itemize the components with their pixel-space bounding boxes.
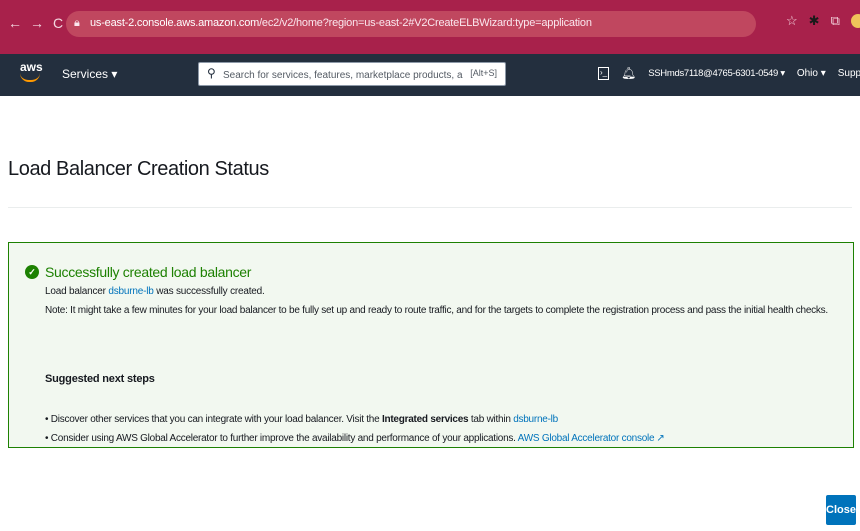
bullet2-prefix: • Consider using AWS Global Accelerator … xyxy=(45,433,518,444)
browser-nav-buttons: ← → C xyxy=(8,15,64,31)
lb-suffix-text: was successfully created. xyxy=(153,286,265,297)
check-circle-icon: ✓ xyxy=(25,265,39,279)
lock-icon[interactable]: 🔒︎ xyxy=(74,17,80,30)
integrated-services-label: Integrated services xyxy=(381,414,469,425)
services-menu-button[interactable]: Services ▾ xyxy=(62,67,117,81)
forward-icon[interactable]: → xyxy=(30,15,44,31)
url-text: us-east-2.console.aws.amazon.com/ec2/v2/… xyxy=(90,17,592,29)
aws-smile-icon xyxy=(20,73,40,82)
puzzle-icon[interactable]: ⧉ xyxy=(831,13,840,29)
url-path: /ec2/v2/home?region=us-east-2#V2CreateEL… xyxy=(259,17,592,29)
load-balancer-link-2[interactable]: dsburne-lb xyxy=(513,414,558,425)
next-step-integrated-services: • Discover other services that you can i… xyxy=(45,414,558,425)
search-shortcut-hint: [Alt+S] xyxy=(470,68,497,78)
setup-note: Note: It might take a few minutes for yo… xyxy=(45,305,828,316)
search-input[interactable] xyxy=(221,65,465,85)
reload-icon[interactable]: C xyxy=(52,15,64,31)
next-step-global-accelerator: • Consider using AWS Global Accelerator … xyxy=(45,433,665,444)
account-menu[interactable]: SSHmds7118@4765-6301-0549 ▾ xyxy=(648,68,785,79)
browser-toolbar: ← → C 🔒︎ us-east-2.console.aws.amazon.co… xyxy=(0,0,860,54)
address-bar[interactable]: 🔒︎ us-east-2.console.aws.amazon.com/ec2/… xyxy=(66,11,756,37)
header-right-controls: ›_ 🔔︎ SSHmds7118@4765-6301-0549 ▾ Ohio ▾… xyxy=(598,66,860,80)
page-title: Load Balancer Creation Status xyxy=(8,158,269,180)
load-balancer-created-message: Load balancer dsburne-lb was successfull… xyxy=(45,286,265,297)
bell-icon[interactable]: 🔔︎ xyxy=(621,66,636,80)
back-icon[interactable]: ← xyxy=(8,15,22,31)
load-balancer-link[interactable]: dsburne-lb xyxy=(108,286,153,297)
success-alert: ✓ Successfully created load balancer Loa… xyxy=(8,242,854,448)
global-accelerator-console-link[interactable]: AWS Global Accelerator console xyxy=(518,433,655,444)
cloudshell-icon[interactable]: ›_ xyxy=(598,66,609,80)
region-menu[interactable]: Ohio ▾ xyxy=(797,68,826,79)
next-steps-heading: Suggested next steps xyxy=(45,373,155,385)
url-host: us-east-2.console.aws.amazon.com xyxy=(90,17,260,29)
success-title: Successfully created load balancer xyxy=(45,264,252,280)
aws-logo[interactable]: aws xyxy=(20,61,44,89)
divider xyxy=(8,207,852,208)
search-box[interactable]: ⚲ [Alt+S] xyxy=(198,62,506,86)
aws-console-header: aws Services ▾ ⚲ [Alt+S] ›_ 🔔︎ SSHmds711… xyxy=(0,54,860,96)
external-link-icon[interactable]: ↗ xyxy=(656,433,664,444)
bullet1-prefix: • Discover other services that you can i… xyxy=(45,414,382,425)
lb-prefix-text: Load balancer xyxy=(45,286,109,297)
bookmark-star-icon[interactable]: ☆ xyxy=(786,13,798,29)
bullet1-middle: tab within xyxy=(468,414,514,425)
profile-icon[interactable] xyxy=(850,14,860,28)
browser-actions: ☆ ✱ ⧉ ⋮ xyxy=(786,13,860,29)
search-icon: ⚲ xyxy=(207,66,216,80)
close-button[interactable]: Close xyxy=(826,495,856,525)
aws-logo-text: aws xyxy=(20,60,43,74)
support-menu[interactable]: Support ▾ xyxy=(838,68,860,79)
extension-icon[interactable]: ✱ xyxy=(809,13,820,29)
